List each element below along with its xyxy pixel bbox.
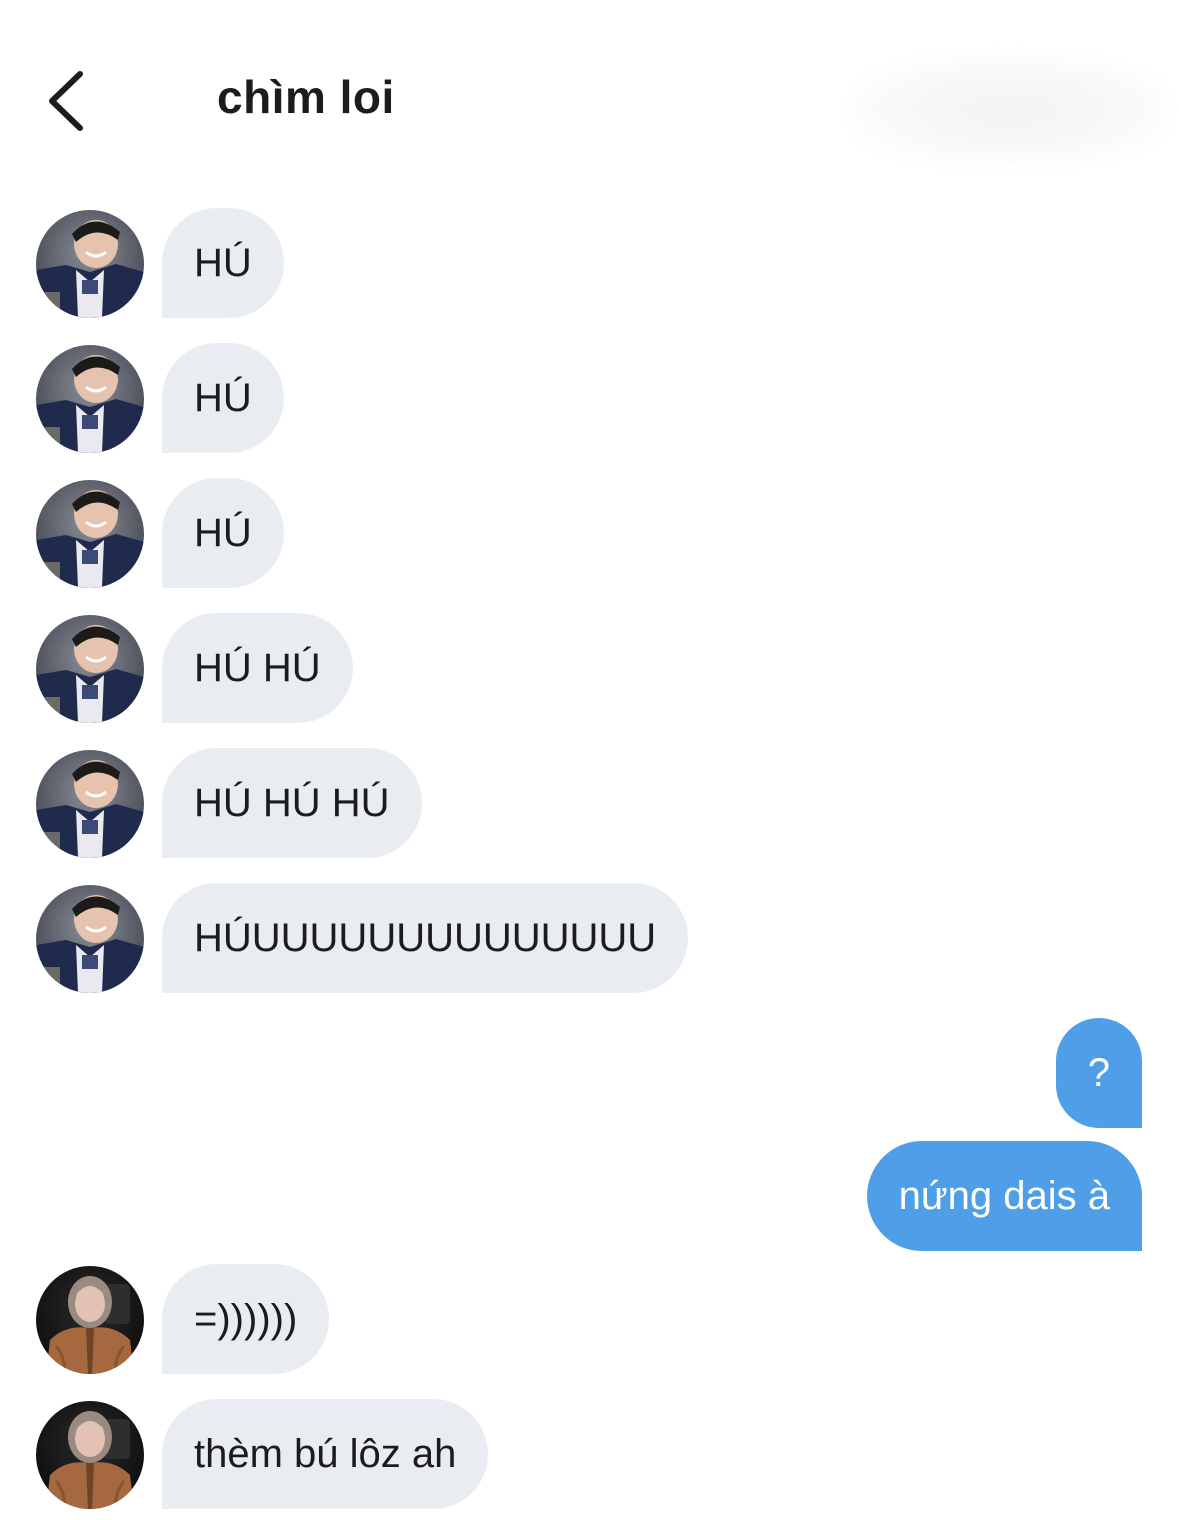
- message-row-incoming: =)))))): [0, 1264, 1179, 1374]
- message-row-incoming: HÚ: [0, 208, 1179, 318]
- message-bubble-incoming[interactable]: HÚ HÚ HÚ: [162, 748, 422, 858]
- message-row-outgoing: nứng dais à: [0, 1141, 1179, 1251]
- avatar[interactable]: [36, 1401, 144, 1509]
- message-bubble-incoming[interactable]: HÚUUUUUUUUUUUUUU: [162, 883, 689, 993]
- back-button[interactable]: [40, 66, 100, 136]
- avatar[interactable]: [36, 750, 144, 858]
- avatar[interactable]: [36, 210, 144, 318]
- message-row-incoming: HÚ HÚ: [0, 613, 1179, 723]
- chat-header: chìm loi: [0, 0, 1179, 190]
- message-bubble-incoming[interactable]: thèm bú lôz ah: [162, 1399, 489, 1509]
- message-row-incoming: HÚ HÚ HÚ: [0, 748, 1179, 858]
- message-row-incoming: HÚ: [0, 343, 1179, 453]
- message-bubble-incoming[interactable]: HÚ: [162, 343, 284, 453]
- avatar[interactable]: [36, 615, 144, 723]
- chevron-left-icon[interactable]: [40, 66, 100, 136]
- avatar[interactable]: [36, 480, 144, 588]
- message-bubble-incoming[interactable]: HÚ: [162, 208, 284, 318]
- avatar[interactable]: [36, 345, 144, 453]
- avatar[interactable]: [36, 1266, 144, 1374]
- avatar[interactable]: [36, 885, 144, 993]
- message-bubble-incoming[interactable]: =)))))): [162, 1264, 330, 1374]
- message-bubble-incoming[interactable]: HÚ: [162, 478, 284, 588]
- message-row-incoming: HÚUUUUUUUUUUUUUU: [0, 883, 1179, 993]
- message-bubble-incoming[interactable]: HÚ HÚ: [162, 613, 353, 723]
- page-title[interactable]: chìm loi: [217, 70, 395, 124]
- message-row-incoming: HÚ: [0, 478, 1179, 588]
- message-bubble-outgoing[interactable]: nứng dais à: [866, 1141, 1142, 1251]
- message-row-outgoing: ?: [0, 1018, 1179, 1128]
- message-bubble-outgoing[interactable]: ?: [1055, 1018, 1142, 1128]
- message-row-incoming: thèm bú lôz ah: [0, 1399, 1179, 1509]
- blurred-region: [850, 55, 1170, 165]
